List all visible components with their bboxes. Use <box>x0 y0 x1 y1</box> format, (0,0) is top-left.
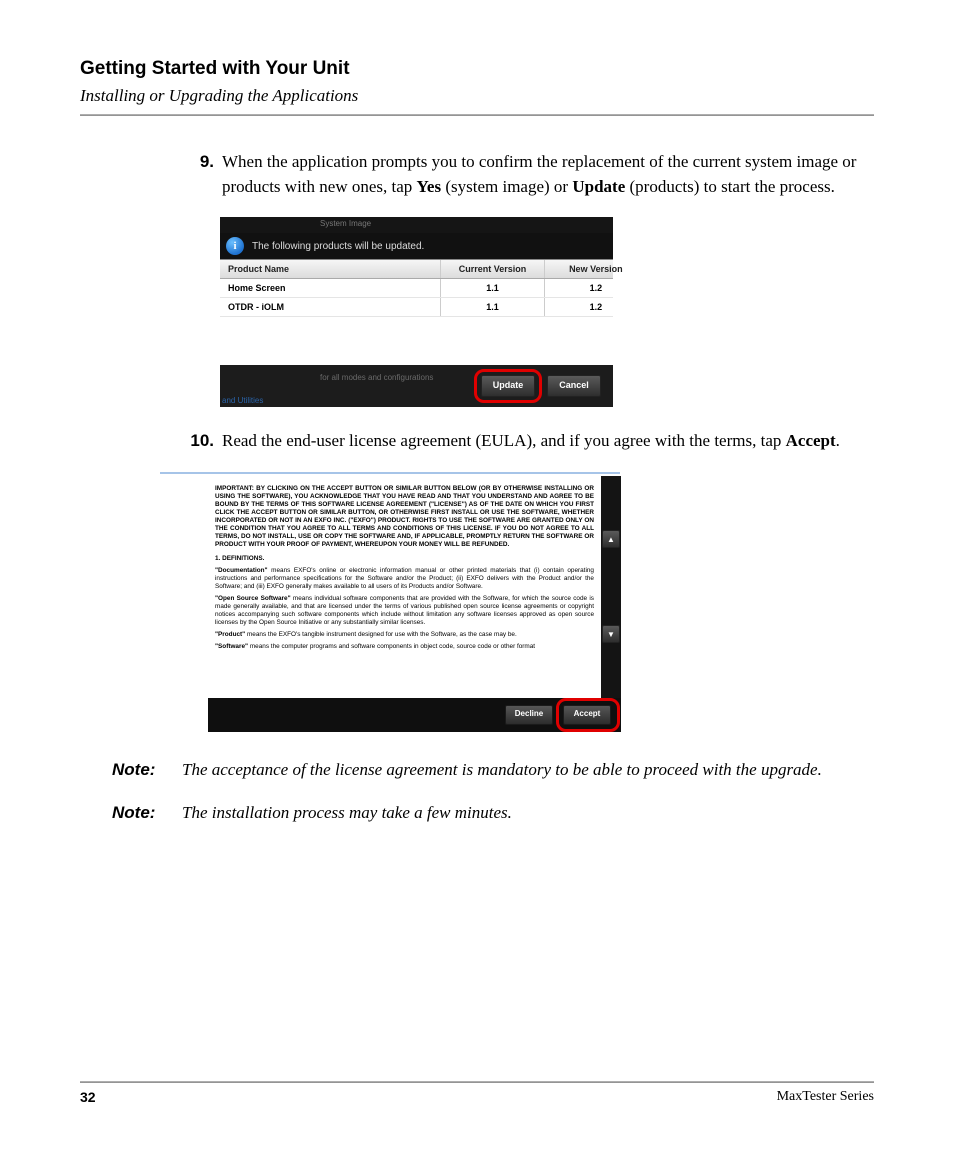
dialog-message: The following products will be updated. <box>252 241 424 252</box>
cell-current: 1.1 <box>441 279 544 297</box>
step-text: When the application prompts you to conf… <box>222 150 874 199</box>
step-number: 9. <box>180 150 222 175</box>
def-label: "Product" <box>215 631 245 638</box>
eula-important: IMPORTANT: BY CLICKING ON THE ACCEPT BUT… <box>215 485 594 549</box>
page-number: 32 <box>80 1089 96 1105</box>
subtext: for all modes and configurations <box>320 373 433 382</box>
def-label: "Open Source Software" <box>215 595 291 602</box>
bold-accept: Accept <box>786 431 836 450</box>
highlight-ring: Accept <box>563 705 611 725</box>
info-icon <box>226 237 244 255</box>
tab-system-image: System Image <box>320 219 371 228</box>
foot-text: and Utilities <box>222 396 263 405</box>
dialog-button-bar: for all modes and configurations and Uti… <box>220 365 613 407</box>
section-subtitle: Installing or Upgrading the Applications <box>80 86 874 106</box>
eula-def-product: "Product" means the EXFO's tangible inst… <box>215 631 594 639</box>
def-label: "Software" <box>215 643 248 650</box>
eula-button-bar: Decline Accept <box>208 698 621 732</box>
table-body: Home Screen 1.1 1.2 OTDR - iOLM 1.1 1.2 <box>220 279 613 365</box>
table-header-row: Product Name Current Version New Version <box>220 260 613 279</box>
def-text: means EXFO's online or electronic inform… <box>215 567 594 590</box>
page-footer: 32 MaxTester Series <box>80 1081 874 1105</box>
cell-product: Home Screen <box>220 279 441 297</box>
dialog-tabbar: System Image <box>220 217 613 233</box>
eula-dialog-screenshot: IMPORTANT: BY CLICKING ON THE ACCEPT BUT… <box>208 476 621 732</box>
step-9: 9. When the application prompts you to c… <box>180 150 874 199</box>
eula-def-documentation: "Documentation" means EXFO's online or e… <box>215 567 594 591</box>
def-label: "Documentation" <box>215 567 268 574</box>
table-row: Home Screen 1.1 1.2 <box>220 279 613 298</box>
note-text: The installation process may take a few … <box>182 801 874 826</box>
text-part: (products) to start the process. <box>625 177 835 196</box>
cell-new: 1.2 <box>545 298 647 316</box>
update-button[interactable]: Update <box>481 375 535 397</box>
bold-update: Update <box>572 177 625 196</box>
text-part: (system image) or <box>441 177 572 196</box>
step-number: 10. <box>180 429 222 454</box>
eula-def-oss: "Open Source Software" means individual … <box>215 595 594 627</box>
text-part: . <box>836 431 840 450</box>
eula-scrollbar: ▲ ▼ <box>601 476 621 698</box>
cell-product: OTDR - iOLM <box>220 298 441 316</box>
note-label: Note: <box>112 801 182 826</box>
cancel-button[interactable]: Cancel <box>547 375 601 397</box>
bold-yes: Yes <box>417 177 442 196</box>
update-dialog-screenshot: System Image The following products will… <box>220 217 613 407</box>
col-new-version: New Version <box>545 260 647 278</box>
note-text: The acceptance of the license agreement … <box>182 758 874 783</box>
product-name: MaxTester Series <box>777 1089 874 1105</box>
def-text: means the computer programs and software… <box>248 643 535 650</box>
update-table: Product Name Current Version New Version… <box>220 259 613 365</box>
step-10: 10. Read the end-user license agreement … <box>180 429 874 454</box>
table-row: OTDR - iOLM 1.1 1.2 <box>220 298 613 317</box>
eula-text-box: IMPORTANT: BY CLICKING ON THE ACCEPT BUT… <box>208 476 601 698</box>
page-header: Getting Started with Your Unit Installin… <box>80 58 874 116</box>
scroll-down-icon[interactable]: ▼ <box>602 625 620 643</box>
dialog-message-row: The following products will be updated. <box>220 233 613 259</box>
cell-current: 1.1 <box>441 298 544 316</box>
decline-button[interactable]: Decline <box>505 705 553 725</box>
def-text: means the EXFO's tangible instrument des… <box>245 631 517 638</box>
highlight-ring: Update <box>481 375 535 397</box>
eula-screenshot-wrap: IMPORTANT: BY CLICKING ON THE ACCEPT BUT… <box>160 472 620 732</box>
note-1: Note: The acceptance of the license agre… <box>112 758 874 783</box>
footer-rule <box>80 1081 874 1083</box>
section-title: Getting Started with Your Unit <box>80 58 874 80</box>
text-part: Read the end-user license agreement (EUL… <box>222 431 786 450</box>
header-rule <box>80 114 874 116</box>
step-text: Read the end-user license agreement (EUL… <box>222 429 874 454</box>
col-product-name: Product Name <box>220 260 441 278</box>
col-current-version: Current Version <box>441 260 544 278</box>
note-label: Note: <box>112 758 182 783</box>
eula-section-heading: 1. DEFINITIONS. <box>215 555 594 563</box>
accept-button[interactable]: Accept <box>563 705 611 725</box>
scroll-up-icon[interactable]: ▲ <box>602 530 620 548</box>
eula-def-software: "Software" means the computer programs a… <box>215 643 594 651</box>
cell-new: 1.2 <box>545 279 647 297</box>
note-2: Note: The installation process may take … <box>112 801 874 826</box>
